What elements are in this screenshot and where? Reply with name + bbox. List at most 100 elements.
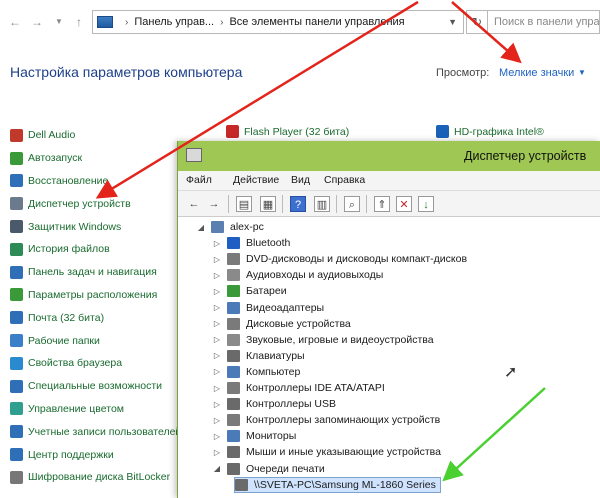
tree-node-label: Компьютер (246, 365, 301, 378)
device-manager-icon[interactable] (186, 148, 202, 162)
tree-node[interactable]: ▷ Мыши и иные указывающие устройства (212, 444, 441, 460)
tree-root[interactable]: ◢ alex-pc (196, 219, 264, 235)
cp-item-file-history[interactable]: История файлов (10, 238, 180, 261)
accessibility-icon (10, 379, 23, 393)
scan-hardware-icon[interactable]: ⌕ (344, 196, 360, 212)
color-management-icon (10, 402, 23, 416)
address-bar[interactable]: › Панель управ... › Все элементы панели … (92, 10, 464, 34)
expand-arrow-icon[interactable]: ▷ (212, 303, 222, 312)
expand-arrow-icon[interactable]: ▷ (212, 367, 222, 376)
menu-view[interactable]: Вид (291, 174, 310, 186)
cp-item-mail[interactable]: Почта (32 бита) (10, 306, 180, 329)
cp-item-recovery[interactable]: Восстановление (10, 170, 180, 193)
expand-arrow-icon[interactable]: ▷ (212, 351, 222, 360)
cp-item-intel-graphics[interactable]: HD-графика Intel® (436, 125, 544, 138)
cp-item-windows-defender[interactable]: Защитник Windows (10, 215, 180, 238)
toolbar-divider (366, 195, 367, 213)
menu-bar: Файл Действие Вид Справка (178, 171, 600, 191)
expand-arrow-icon[interactable]: ▷ (212, 271, 222, 280)
tree-node[interactable]: ▷ Видеоадаптеры (212, 300, 324, 316)
chevron-down-icon[interactable]: ▼ (52, 15, 66, 29)
expand-arrow-icon[interactable]: ▷ (212, 448, 222, 457)
cp-item-location[interactable]: Параметры расположения (10, 284, 180, 307)
tree-node[interactable]: ▷ Контроллеры запоминающих устройств (212, 412, 440, 428)
forward-arrow-icon[interactable]: → (30, 15, 44, 29)
expand-arrow-icon[interactable]: ▷ (212, 384, 222, 393)
forward-arrow-icon[interactable]: → (206, 196, 222, 212)
tree-node-label: Клавиатуры (246, 349, 305, 362)
console-tree-icon[interactable]: ▤ (236, 196, 252, 212)
defender-icon (10, 220, 23, 234)
expand-arrow-icon[interactable]: ▷ (212, 239, 222, 248)
cp-item-internet-options[interactable]: Свойства браузера (10, 352, 180, 375)
expand-arrow-icon[interactable]: ▷ (212, 319, 222, 328)
cp-item-device-manager[interactable]: Диспетчер устройств (10, 192, 180, 215)
titlebar[interactable]: Диспетчер устройств (178, 141, 600, 171)
expand-arrow-icon[interactable]: ▷ (212, 255, 222, 264)
autoplay-icon (10, 151, 23, 165)
expand-arrow-icon[interactable]: ▷ (212, 335, 222, 344)
tree-node-selected-printer[interactable]: \\SVETA-PC\Samsung ML-1860 Series (234, 476, 441, 493)
device-manager-icon (10, 197, 23, 211)
tree-node[interactable]: ▷ Клавиатуры (212, 348, 305, 364)
tree-node[interactable]: ▷ DVD-дисководы и дисководы компакт-диско… (212, 251, 467, 267)
device-category-icon (227, 333, 240, 346)
disable-device-icon[interactable]: ✕ (396, 196, 412, 212)
refresh-icon[interactable]: ↻ (466, 10, 488, 34)
tree-node[interactable]: ▷ Контроллеры USB (212, 396, 336, 412)
menu-action[interactable]: Действие (233, 174, 279, 186)
breadcrumb-all-items[interactable]: Все элементы панели управления (229, 16, 404, 28)
enable-device-icon[interactable]: ↓ (418, 196, 434, 212)
mouse-cursor-icon: ➚ (504, 364, 518, 381)
menu-file[interactable]: Файл (186, 174, 212, 186)
cp-item-accessibility[interactable]: Специальные возможности (10, 375, 180, 398)
cp-item-work-folders[interactable]: Рабочие папки (10, 329, 180, 352)
view-list-icon[interactable]: ▥ (314, 196, 330, 212)
tree-node[interactable]: ▷ Компьютер (212, 364, 300, 380)
menu-help[interactable]: Справка (324, 174, 365, 186)
view-mode-dropdown[interactable]: Мелкие значки (499, 67, 574, 79)
cp-item-bitlocker[interactable]: Шифрование диска BitLocker (10, 466, 180, 489)
cp-item-user-accounts[interactable]: Учетные записи пользователей (10, 420, 181, 443)
mail-icon (10, 311, 23, 325)
toolbar-divider (282, 195, 283, 213)
expand-arrow-icon[interactable]: ▷ (212, 287, 222, 296)
tree-node[interactable]: ◢ Очереди печати (212, 461, 325, 477)
update-driver-icon[interactable]: ⇑ (374, 196, 390, 212)
tree-node[interactable]: ▷ Звуковые, игровые и видеоустройства (212, 332, 434, 348)
tree-node[interactable]: ▷ Контроллеры IDE ATA/ATAPI (212, 380, 385, 396)
breadcrumb-control-panel[interactable]: Панель управ... (134, 16, 214, 28)
cp-item-taskbar[interactable]: Панель задач и навигация (10, 261, 180, 284)
cp-item-autoplay[interactable]: Автозапуск (10, 147, 180, 170)
view-label: Просмотр: (436, 67, 490, 79)
expand-arrow-icon[interactable]: ▷ (212, 416, 222, 425)
tree-node-label: Батареи (246, 285, 287, 298)
search-input[interactable]: Поиск в панели управления (488, 10, 600, 34)
cp-item-dell-audio[interactable]: Dell Audio (10, 124, 180, 147)
tree-node[interactable]: ▷ Bluetooth (212, 235, 290, 251)
collapse-arrow-icon[interactable]: ◢ (196, 223, 206, 232)
bitlocker-icon (10, 470, 23, 484)
tree-node-label: Аудиовходы и аудиовыходы (246, 269, 384, 282)
tree-node[interactable]: ▷ Аудиовходы и аудиовыходы (212, 267, 383, 283)
globe-icon (10, 356, 23, 370)
device-category-icon (227, 317, 240, 330)
expand-arrow-icon[interactable]: ▷ (212, 432, 222, 441)
tree-node-label: Контроллеры USB (246, 398, 336, 411)
cp-item-color-management[interactable]: Управление цветом (10, 398, 180, 421)
back-arrow-icon[interactable]: ← (8, 15, 22, 29)
chevron-down-icon[interactable]: ▼ (448, 17, 457, 27)
cp-item-flash-player[interactable]: Flash Player (32 бита) (226, 125, 349, 138)
up-arrow-icon[interactable]: ↑ (72, 15, 86, 29)
tree-node[interactable]: ▷ Мониторы (212, 428, 296, 444)
breadcrumb-separator-icon: › (220, 16, 224, 28)
chevron-down-icon[interactable]: ▼ (578, 68, 586, 77)
properties-icon[interactable]: ▦ (260, 196, 276, 212)
cp-item-action-center[interactable]: Центр поддержки (10, 443, 180, 466)
tree-node[interactable]: ▷ Батареи (212, 283, 287, 299)
collapse-arrow-icon[interactable]: ◢ (212, 464, 222, 473)
back-arrow-icon[interactable]: ← (186, 196, 202, 212)
expand-arrow-icon[interactable]: ▷ (212, 400, 222, 409)
help-icon[interactable]: ? (290, 196, 306, 212)
tree-node[interactable]: ▷ Дисковые устройства (212, 316, 351, 332)
